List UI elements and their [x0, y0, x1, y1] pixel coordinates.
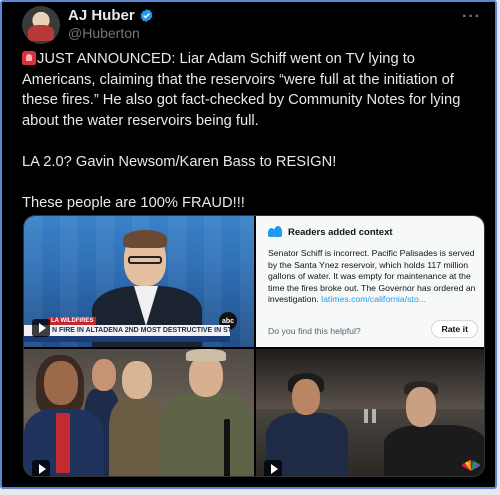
lower-third-subbar	[24, 336, 230, 342]
reporter-face	[292, 379, 320, 415]
tweet-paragraph-2: LA 2.0? Gavin Newsom/Karen Bass to RESIG…	[22, 153, 337, 170]
verified-badge-icon	[140, 8, 153, 23]
video-thumbnail-press-conference[interactable]	[24, 349, 254, 476]
tweet-card: AJ Huber @Huberton ··· JUST ANNOUNCED: L…	[0, 0, 497, 489]
video-thumbnail-fire-scene[interactable]	[256, 349, 484, 476]
video-thumbnail-news-anchor[interactable]: abc LA WILDFIRES N FIRE IN ALTADENA 2ND …	[24, 216, 254, 347]
community-note-link[interactable]: latimes.com/california/sto...	[321, 294, 426, 304]
community-note-title: Readers added context	[288, 226, 393, 238]
people-icon	[268, 226, 282, 238]
author-handle[interactable]: @Huberton	[68, 25, 140, 41]
governor-face	[406, 387, 436, 427]
microphone	[224, 419, 230, 476]
woman-face	[44, 361, 78, 405]
siren-icon	[22, 51, 36, 65]
tweet-paragraph-3: These people are 100% FRAUD!!!	[22, 194, 245, 211]
hat	[186, 349, 226, 361]
nbc-peacock-icon	[462, 460, 480, 471]
bg-person-face	[92, 359, 116, 391]
anchor-glasses	[128, 256, 162, 264]
helpful-question: Do you find this helpful?	[268, 326, 361, 336]
news-lower-third: LA WILDFIRES N FIRE IN ALTADENA 2ND MOST…	[24, 317, 230, 342]
community-note-card: Readers added context Senator Schiff is …	[256, 216, 484, 347]
woman-red-top	[56, 413, 70, 473]
officer-body	[109, 397, 165, 476]
play-icon[interactable]	[32, 460, 50, 476]
officer-face	[122, 361, 152, 399]
more-dots-icon[interactable]: ···	[462, 8, 481, 26]
play-icon[interactable]	[32, 319, 50, 337]
rate-it-button[interactable]: Rate it	[431, 320, 478, 338]
speaker-face	[189, 355, 223, 397]
avatar[interactable]	[22, 6, 60, 44]
author-name-row: AJ Huber	[68, 7, 154, 24]
media-grid: abc LA WILDFIRES N FIRE IN ALTADENA 2ND …	[23, 215, 485, 477]
lower-third-tag: LA WILDFIRES	[48, 317, 97, 325]
pause-icon	[364, 409, 376, 423]
anchor-hair	[123, 230, 167, 248]
tweet-paragraph-1: JUST ANNOUNCED: Liar Adam Schiff went on…	[22, 51, 461, 129]
lower-third-headline: N FIRE IN ALTADENA 2ND MOST DESTRUCTIVE …	[24, 325, 230, 336]
community-note-body: Senator Schiff is incorrect. Pacific Pal…	[268, 248, 476, 306]
play-icon[interactable]	[264, 460, 282, 476]
tweet-text: JUST ANNOUNCED: Liar Adam Schiff went on…	[22, 49, 484, 234]
speaker-body	[159, 393, 254, 476]
author-display-name[interactable]: AJ Huber	[68, 7, 135, 24]
community-note-header: Readers added context	[268, 226, 393, 238]
